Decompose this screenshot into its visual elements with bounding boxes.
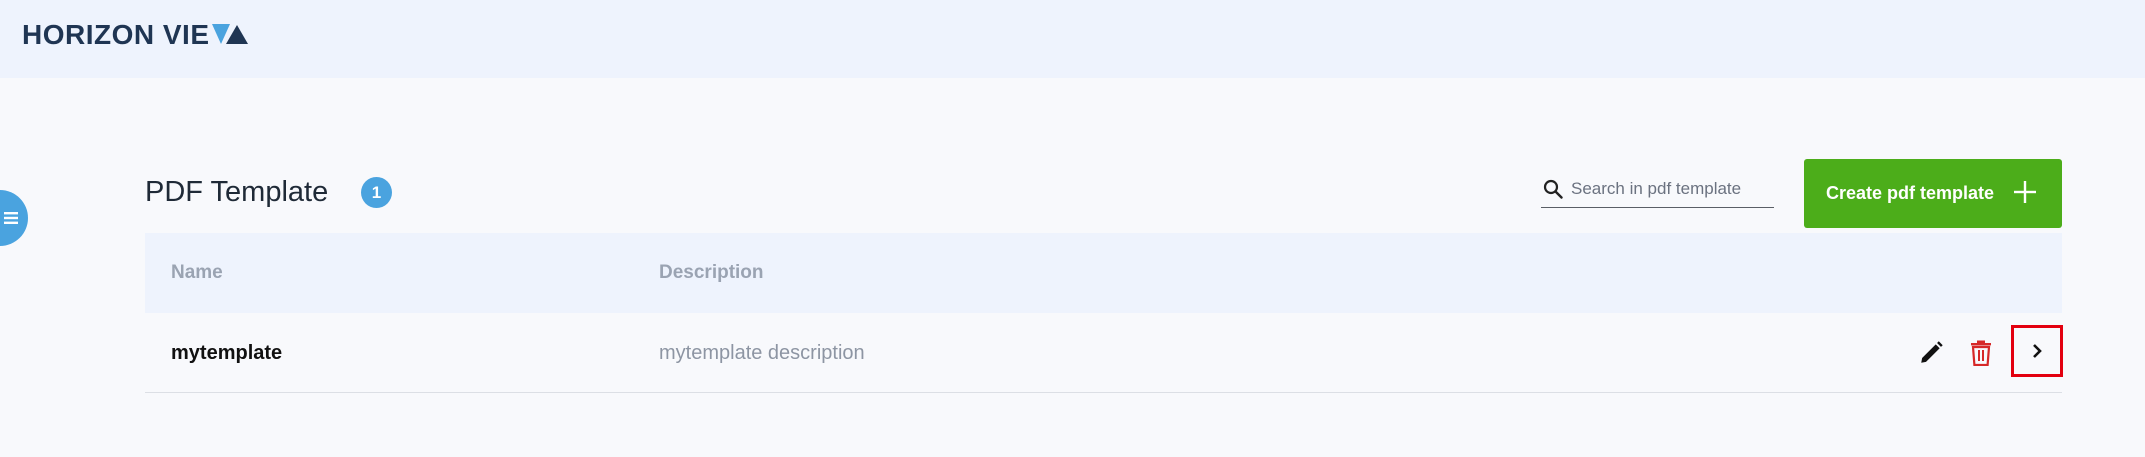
- page-title: PDF Template: [145, 175, 329, 208]
- edit-button[interactable]: [1913, 335, 1949, 371]
- plus-icon: [2014, 181, 2036, 203]
- create-pdf-template-button[interactable]: Create pdf template: [1804, 159, 2062, 228]
- hamburger-menu-icon: [4, 212, 18, 224]
- sidebar-toggle-button[interactable]: [0, 190, 28, 246]
- logo[interactable]: HORIZON VIE: [22, 17, 248, 53]
- delete-button[interactable]: [1963, 335, 1999, 371]
- row-description: mytemplate description: [659, 341, 865, 364]
- top-bar: HORIZON VIE: [0, 0, 2145, 78]
- create-button-label: Create pdf template: [1826, 183, 1995, 203]
- pdf-template-table: Name Description mytemplate mytemplate d…: [145, 233, 2063, 393]
- row-name: mytemplate: [171, 341, 283, 364]
- table-header: Name Description: [145, 233, 2062, 313]
- search-box: [1541, 170, 1774, 208]
- logo-text: HORIZON VIE: [22, 19, 210, 50]
- pencil-icon: [1921, 341, 1943, 363]
- search-icon: [1543, 179, 1563, 199]
- column-header-description[interactable]: Description: [659, 233, 764, 313]
- table-row[interactable]: mytemplate mytemplate description: [145, 313, 2063, 393]
- column-header-name[interactable]: Name: [171, 233, 223, 313]
- count-badge: 1: [361, 177, 392, 208]
- open-template-button[interactable]: [2011, 325, 2063, 377]
- search-input[interactable]: [1571, 178, 1761, 199]
- logo-triangles-icon: [211, 24, 248, 44]
- trash-icon: [1971, 340, 1991, 366]
- chevron-right-icon: [2033, 344, 2042, 358]
